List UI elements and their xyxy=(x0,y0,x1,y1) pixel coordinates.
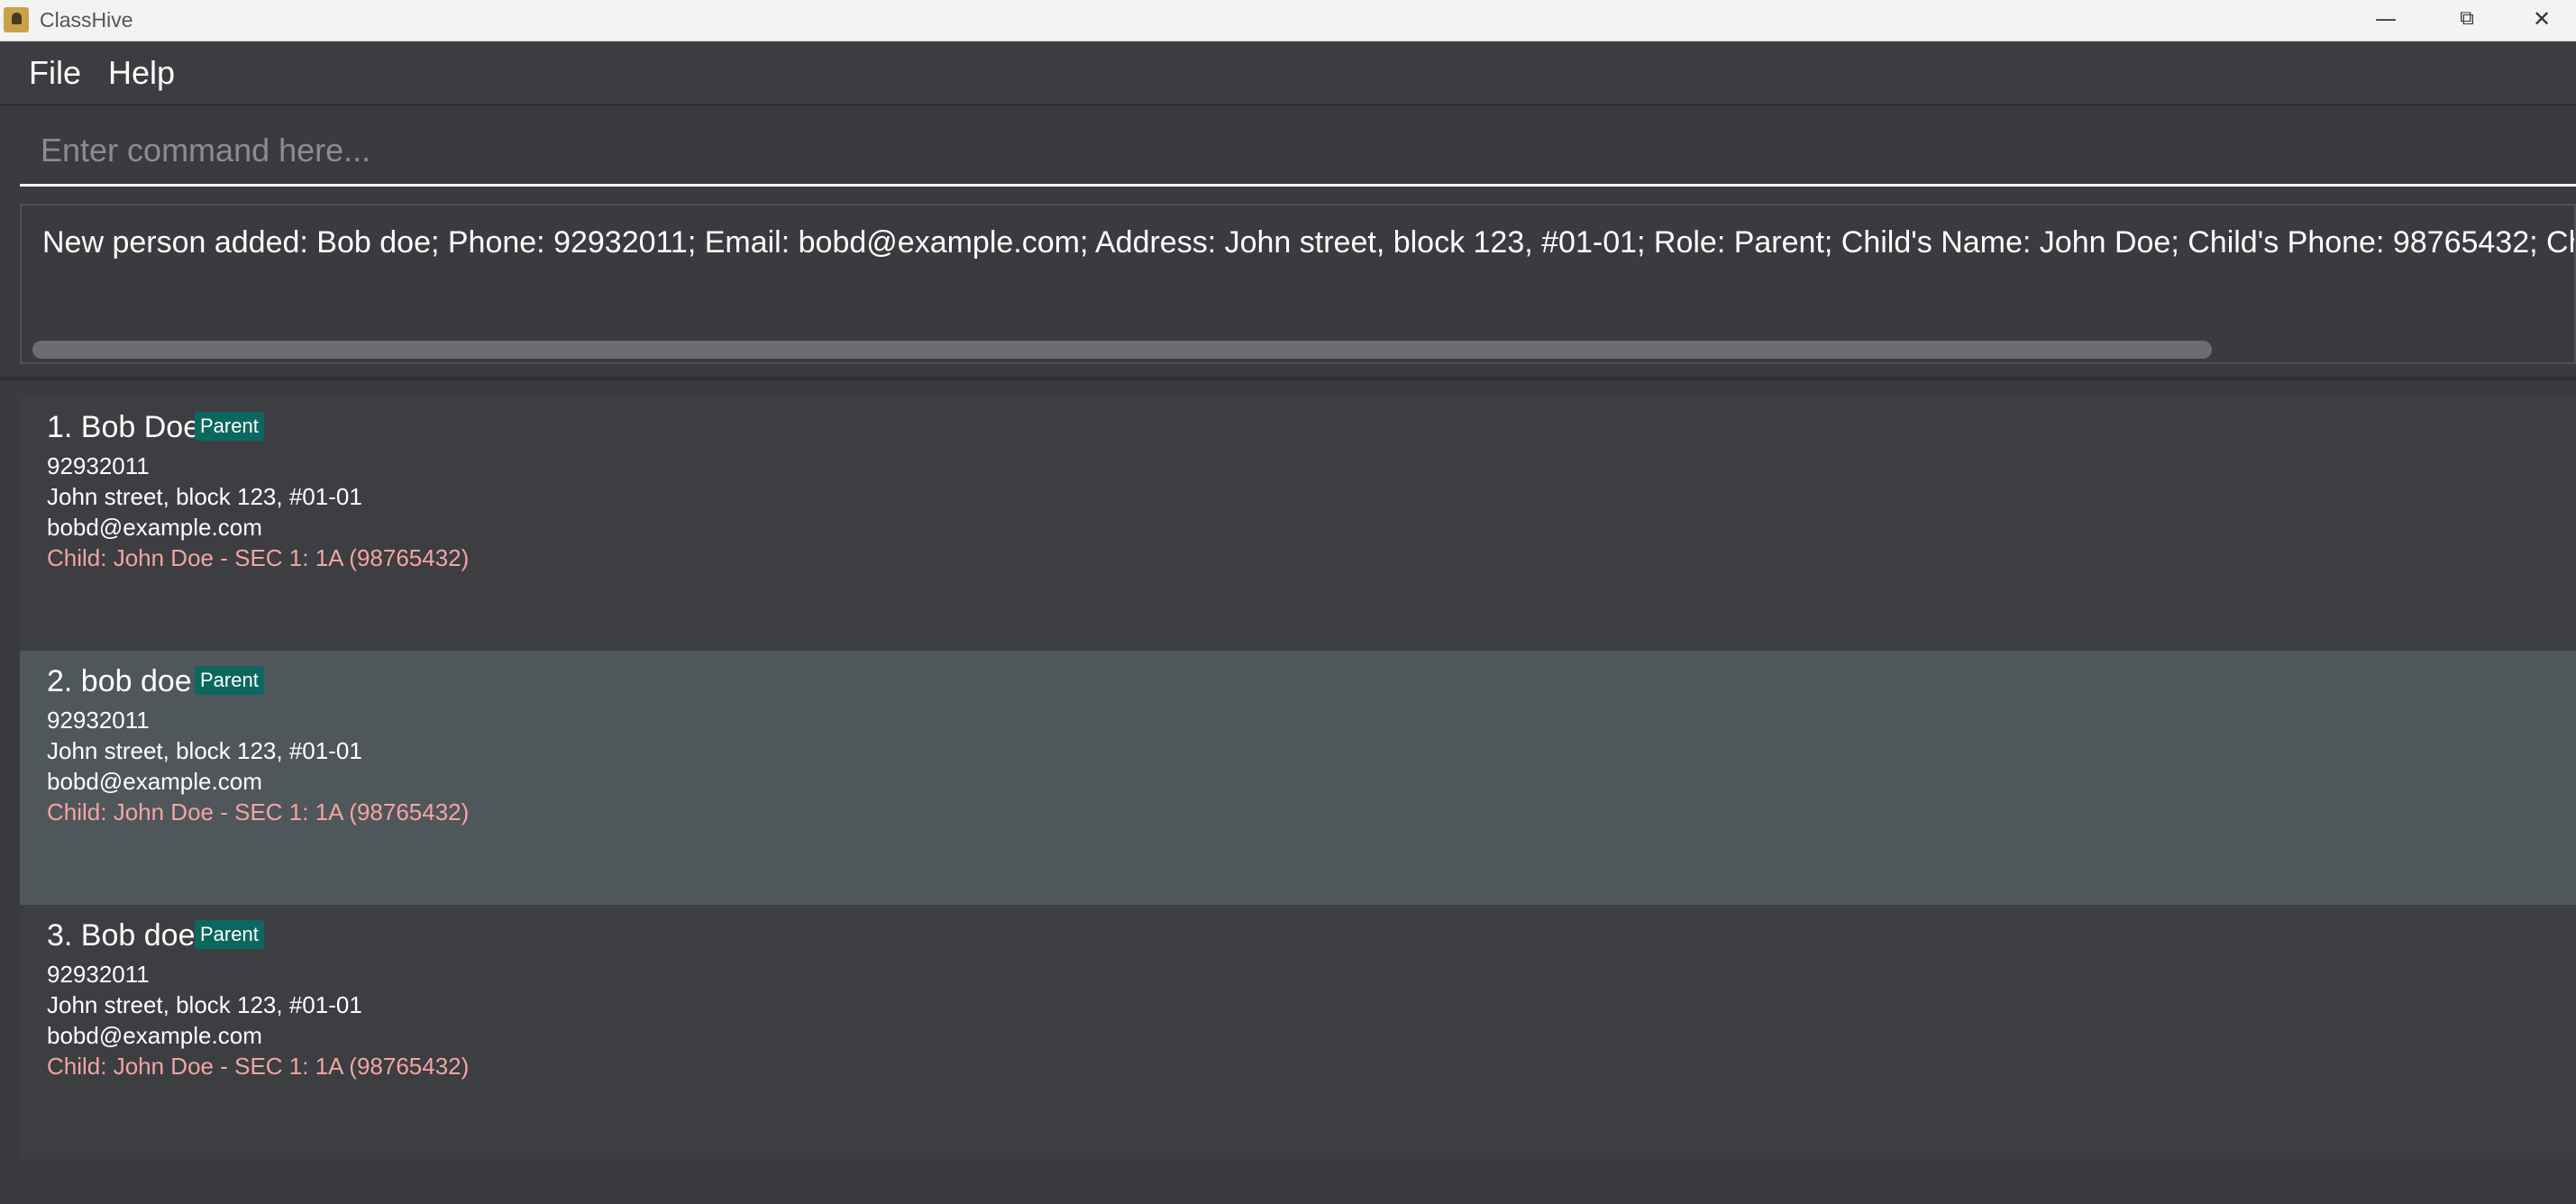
person-email: bobd@example.com xyxy=(47,1022,262,1049)
title-bar: ClassHive — ⧉ ✕ xyxy=(0,0,2576,41)
person-address: John street, block 123, #01-01 xyxy=(47,991,362,1018)
command-input[interactable] xyxy=(20,116,2576,187)
person-phone: 92932011 xyxy=(47,707,150,734)
person-name: 3. Bob doe xyxy=(47,918,196,953)
person-address: John street, block 123, #01-01 xyxy=(47,737,362,764)
window-title: ClassHive xyxy=(40,8,133,32)
restore-icon[interactable]: ⧉ xyxy=(2426,0,2507,41)
person-card[interactable]: 3. Bob doe Parent 92932011 John street, … xyxy=(20,905,2576,1159)
close-icon[interactable]: ✕ xyxy=(2507,0,2576,41)
person-card[interactable]: 1. Bob Doe Parent 92932011 John street, … xyxy=(20,397,2576,651)
person-child: Child: John Doe - SEC 1: 1A (98765432) xyxy=(47,798,470,825)
person-email: bobd@example.com xyxy=(47,768,262,795)
menu-file[interactable]: File xyxy=(29,54,81,92)
role-tag: Parent xyxy=(195,666,264,695)
app-icon xyxy=(4,7,29,32)
divider xyxy=(0,377,2576,380)
person-phone: 92932011 xyxy=(47,961,150,988)
role-tag: Parent xyxy=(195,412,264,441)
person-name: 2. bob doe xyxy=(47,664,192,698)
menu-bar: File Help xyxy=(0,41,2576,105)
person-phone: 92932011 xyxy=(47,452,150,479)
person-list[interactable]: 1. Bob Doe Parent 92932011 John street, … xyxy=(20,397,2576,1159)
menu-help[interactable]: Help xyxy=(108,54,175,92)
person-address: John street, block 123, #01-01 xyxy=(47,483,362,510)
person-email: bobd@example.com xyxy=(47,514,262,541)
command-box xyxy=(0,105,2576,196)
person-card-selected[interactable]: 2. bob doe Parent 92932011 John street, … xyxy=(20,651,2576,905)
result-text: New person added: Bob doe; Phone: 929320… xyxy=(42,225,2576,260)
result-display: New person added: Bob doe; Phone: 929320… xyxy=(20,204,2576,364)
person-child: Child: John Doe - SEC 1: 1A (98765432) xyxy=(47,544,470,571)
person-child: Child: John Doe - SEC 1: 1A (98765432) xyxy=(47,1053,470,1080)
result-horizontal-scrollbar[interactable] xyxy=(32,341,2212,359)
role-tag: Parent xyxy=(195,920,264,949)
person-name: 1. Bob Doe xyxy=(47,410,201,444)
minimize-icon[interactable]: — xyxy=(2345,0,2426,41)
